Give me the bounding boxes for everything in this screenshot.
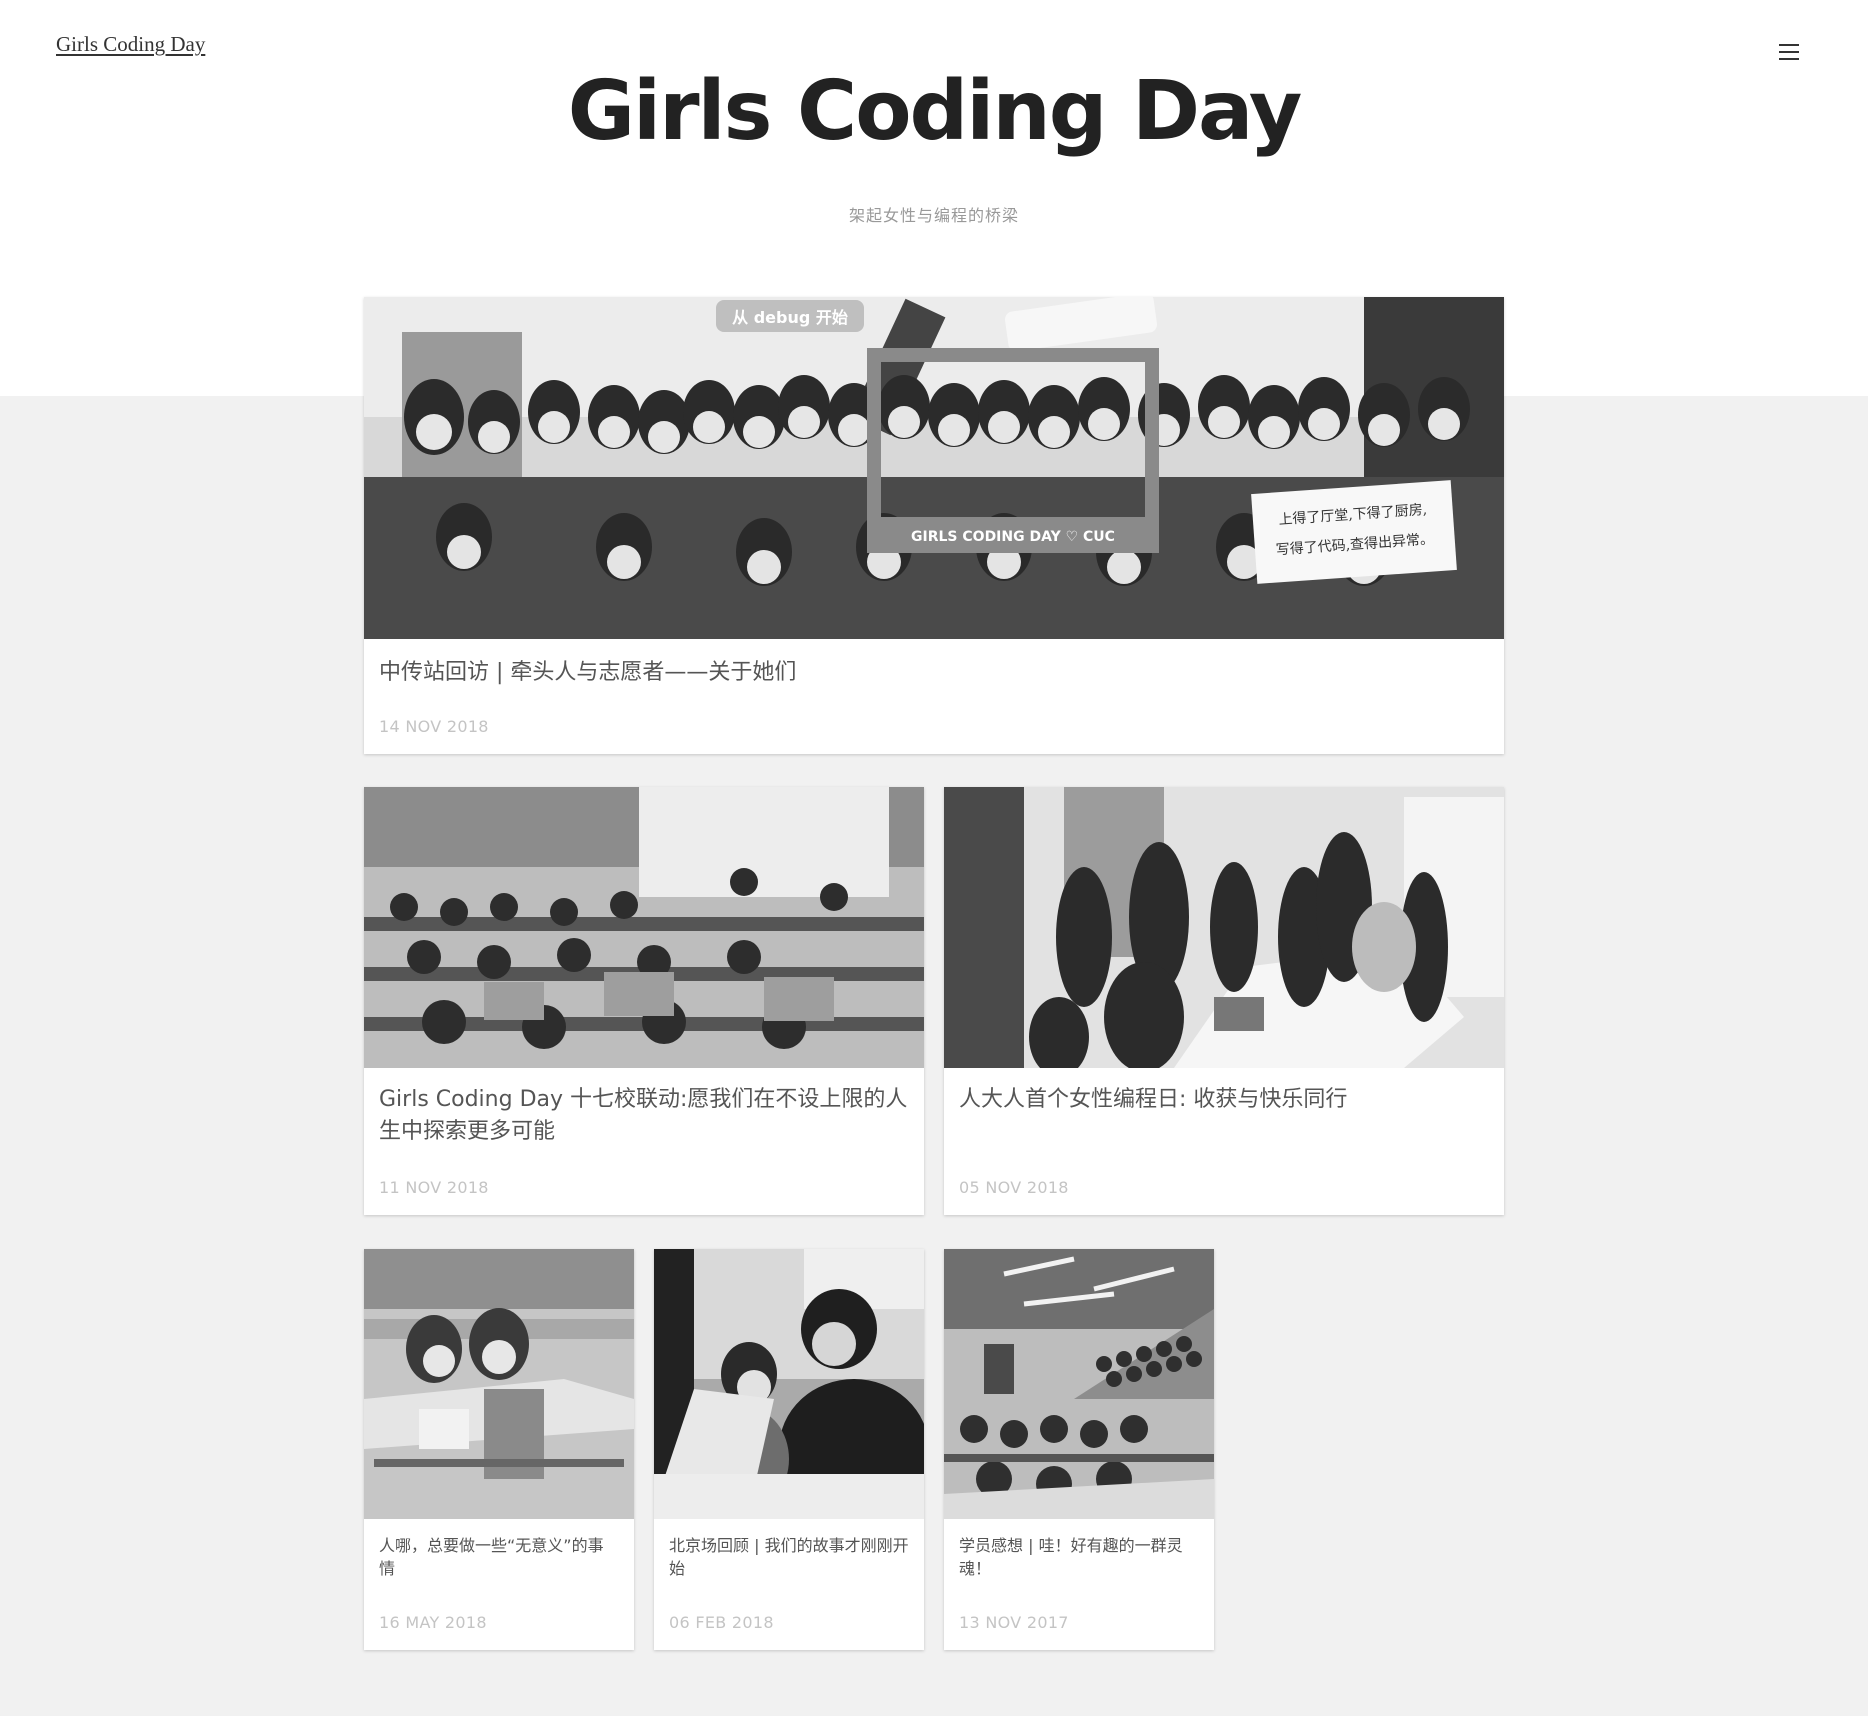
pair-coding-photo (364, 1249, 634, 1519)
post-date: 11 NOV 2018 (379, 1178, 489, 1197)
registration-photo (944, 787, 1504, 1068)
post-date: 13 NOV 2017 (959, 1613, 1069, 1632)
post-title[interactable]: 学员感想 | 哇！好有趣的一群灵魂！ (959, 1534, 1199, 1580)
post-title[interactable]: Girls Coding Day 十七校联动:愿我们在不设上限的人生中探索更多可… (379, 1084, 909, 1148)
post-title[interactable]: 人哪，总要做一些“无意义”的事情 (379, 1534, 619, 1580)
page-title: Girls Coding Day (567, 64, 1303, 159)
post-card[interactable]: 人哪，总要做一些“无意义”的事情 16 MAY 2018 (364, 1249, 634, 1650)
post-date: 05 NOV 2018 (959, 1178, 1069, 1197)
post-card[interactable]: 学员感想 | 哇！好有趣的一群灵魂！ 13 NOV 2017 (944, 1249, 1214, 1650)
group-photo: 从 debug 开始 GIRLS CODING DAY ♡ CUC 上得了厅堂,… (364, 297, 1504, 639)
post-card[interactable]: 北京场回顾 | 我们的故事才刚刚开始 06 FEB 2018 (654, 1249, 924, 1650)
post-card[interactable]: 人大人首个女性编程日: 收获与快乐同行 05 NOV 2018 (944, 787, 1504, 1215)
page-subtitle: 架起女性与编程的桥梁 (848, 206, 1019, 225)
frame-text: GIRLS CODING DAY ♡ CUC (911, 529, 1115, 545)
hamburger-menu-icon[interactable] (1779, 44, 1799, 60)
post-date: 14 NOV 2018 (379, 717, 489, 736)
classroom-photo (364, 787, 924, 1068)
mentor-photo (654, 1249, 924, 1519)
post-date: 16 MAY 2018 (379, 1613, 487, 1632)
site-home-link[interactable]: Girls Coding Day (56, 32, 205, 57)
post-card[interactable]: Girls Coding Day 十七校联动:愿我们在不设上限的人生中探索更多可… (364, 787, 924, 1215)
post-card[interactable]: 从 debug 开始 GIRLS CODING DAY ♡ CUC 上得了厅堂,… (364, 297, 1504, 754)
post-title[interactable]: 中传站回访 | 牵头人与志愿者——关于她们 (379, 657, 1489, 689)
auditorium-photo (944, 1249, 1214, 1519)
banner-text: 从 debug 开始 (732, 308, 848, 327)
post-date: 06 FEB 2018 (669, 1613, 774, 1632)
post-title[interactable]: 北京场回顾 | 我们的故事才刚刚开始 (669, 1534, 909, 1580)
post-title[interactable]: 人大人首个女性编程日: 收获与快乐同行 (959, 1084, 1489, 1116)
